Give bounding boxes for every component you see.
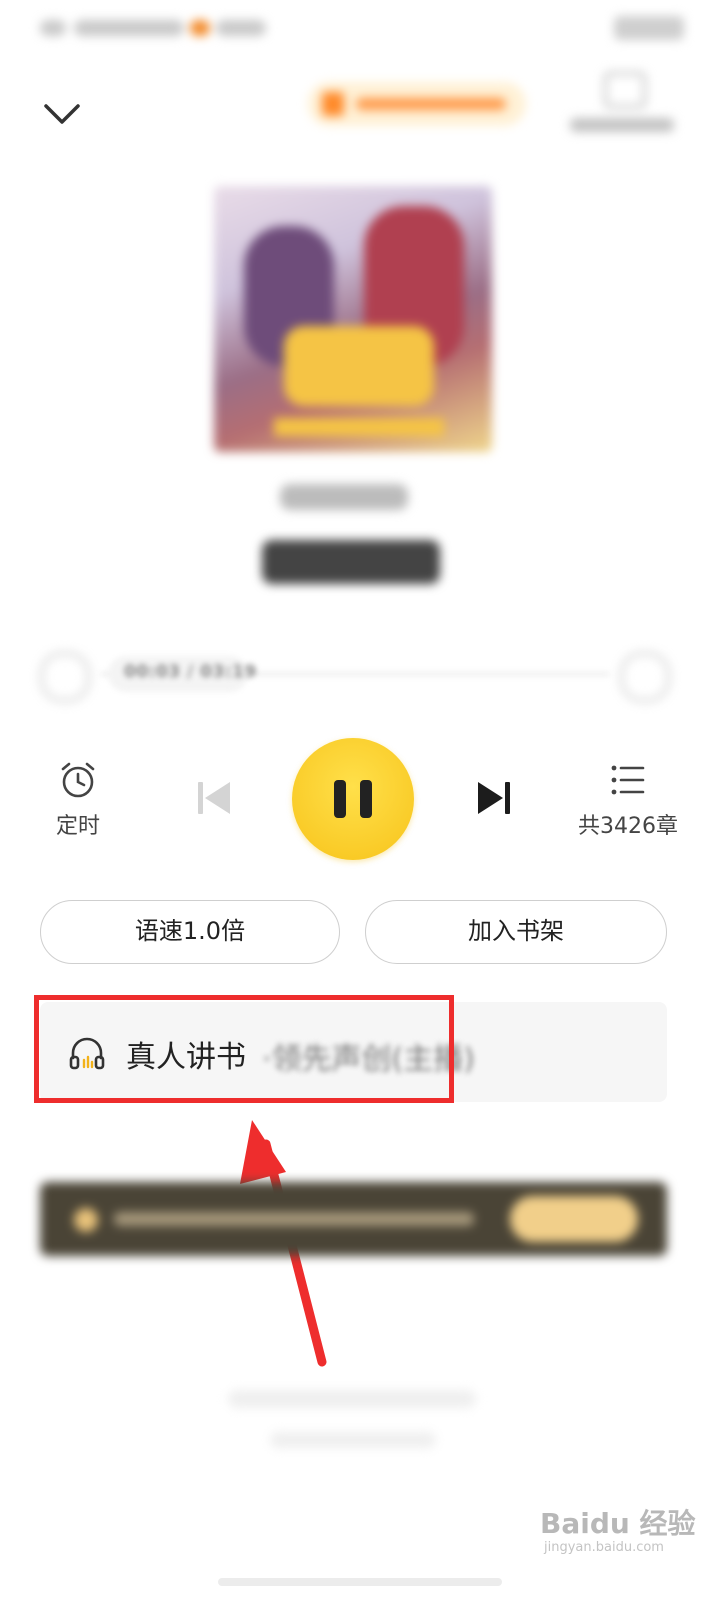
battery-icon — [614, 16, 684, 40]
highlight-box — [34, 995, 454, 1103]
vip-icon — [74, 1208, 98, 1232]
footer-subtext — [270, 1432, 436, 1448]
status-bar — [0, 0, 720, 56]
pause-button[interactable] — [292, 738, 414, 860]
collapse-chevron-icon[interactable] — [40, 92, 84, 136]
book-author[interactable] — [280, 484, 408, 510]
rewind-15s-button[interactable] — [40, 652, 90, 702]
chapter-list-button[interactable]: 共3426章 — [572, 762, 684, 842]
promo-text — [356, 98, 506, 110]
pause-icon-bar — [360, 780, 372, 818]
timer-button[interactable]: 定时 — [40, 760, 116, 840]
promo-icon — [322, 92, 344, 116]
chapter-title — [262, 540, 440, 584]
promo-badge[interactable] — [308, 82, 526, 126]
ad-free-button[interactable] — [566, 72, 676, 142]
chapter-count: 共3426章 — [578, 814, 678, 839]
progress-time: 00:03 / 03:19 — [124, 662, 257, 682]
speed-button[interactable]: 语速1.0倍 — [40, 900, 340, 964]
forward-15s-button[interactable] — [620, 652, 670, 702]
vip-text — [114, 1212, 474, 1226]
gift-icon — [604, 72, 646, 108]
add-to-shelf-button[interactable]: 加入书架 — [365, 900, 667, 964]
footer-text — [228, 1390, 476, 1408]
watermark-url: jingyan.baidu.com — [544, 1540, 664, 1555]
status-icons-left — [40, 16, 270, 40]
timer-label: 定时 — [55, 814, 100, 839]
alarm-clock-icon — [61, 762, 95, 798]
previous-chapter-icon[interactable] — [192, 776, 236, 820]
watermark-logo: Baidu 经验 — [540, 1507, 696, 1540]
ad-free-label — [570, 118, 674, 132]
home-indicator[interactable] — [218, 1578, 502, 1586]
list-icon — [611, 765, 645, 795]
vip-open-button[interactable] — [510, 1196, 638, 1242]
baidu-watermark: Baidu 经验 jingyan.baidu.com — [540, 1496, 710, 1562]
vip-banner[interactable] — [40, 1182, 667, 1256]
next-chapter-icon[interactable] — [472, 776, 516, 820]
book-cover — [214, 186, 492, 452]
pause-icon — [334, 780, 346, 818]
